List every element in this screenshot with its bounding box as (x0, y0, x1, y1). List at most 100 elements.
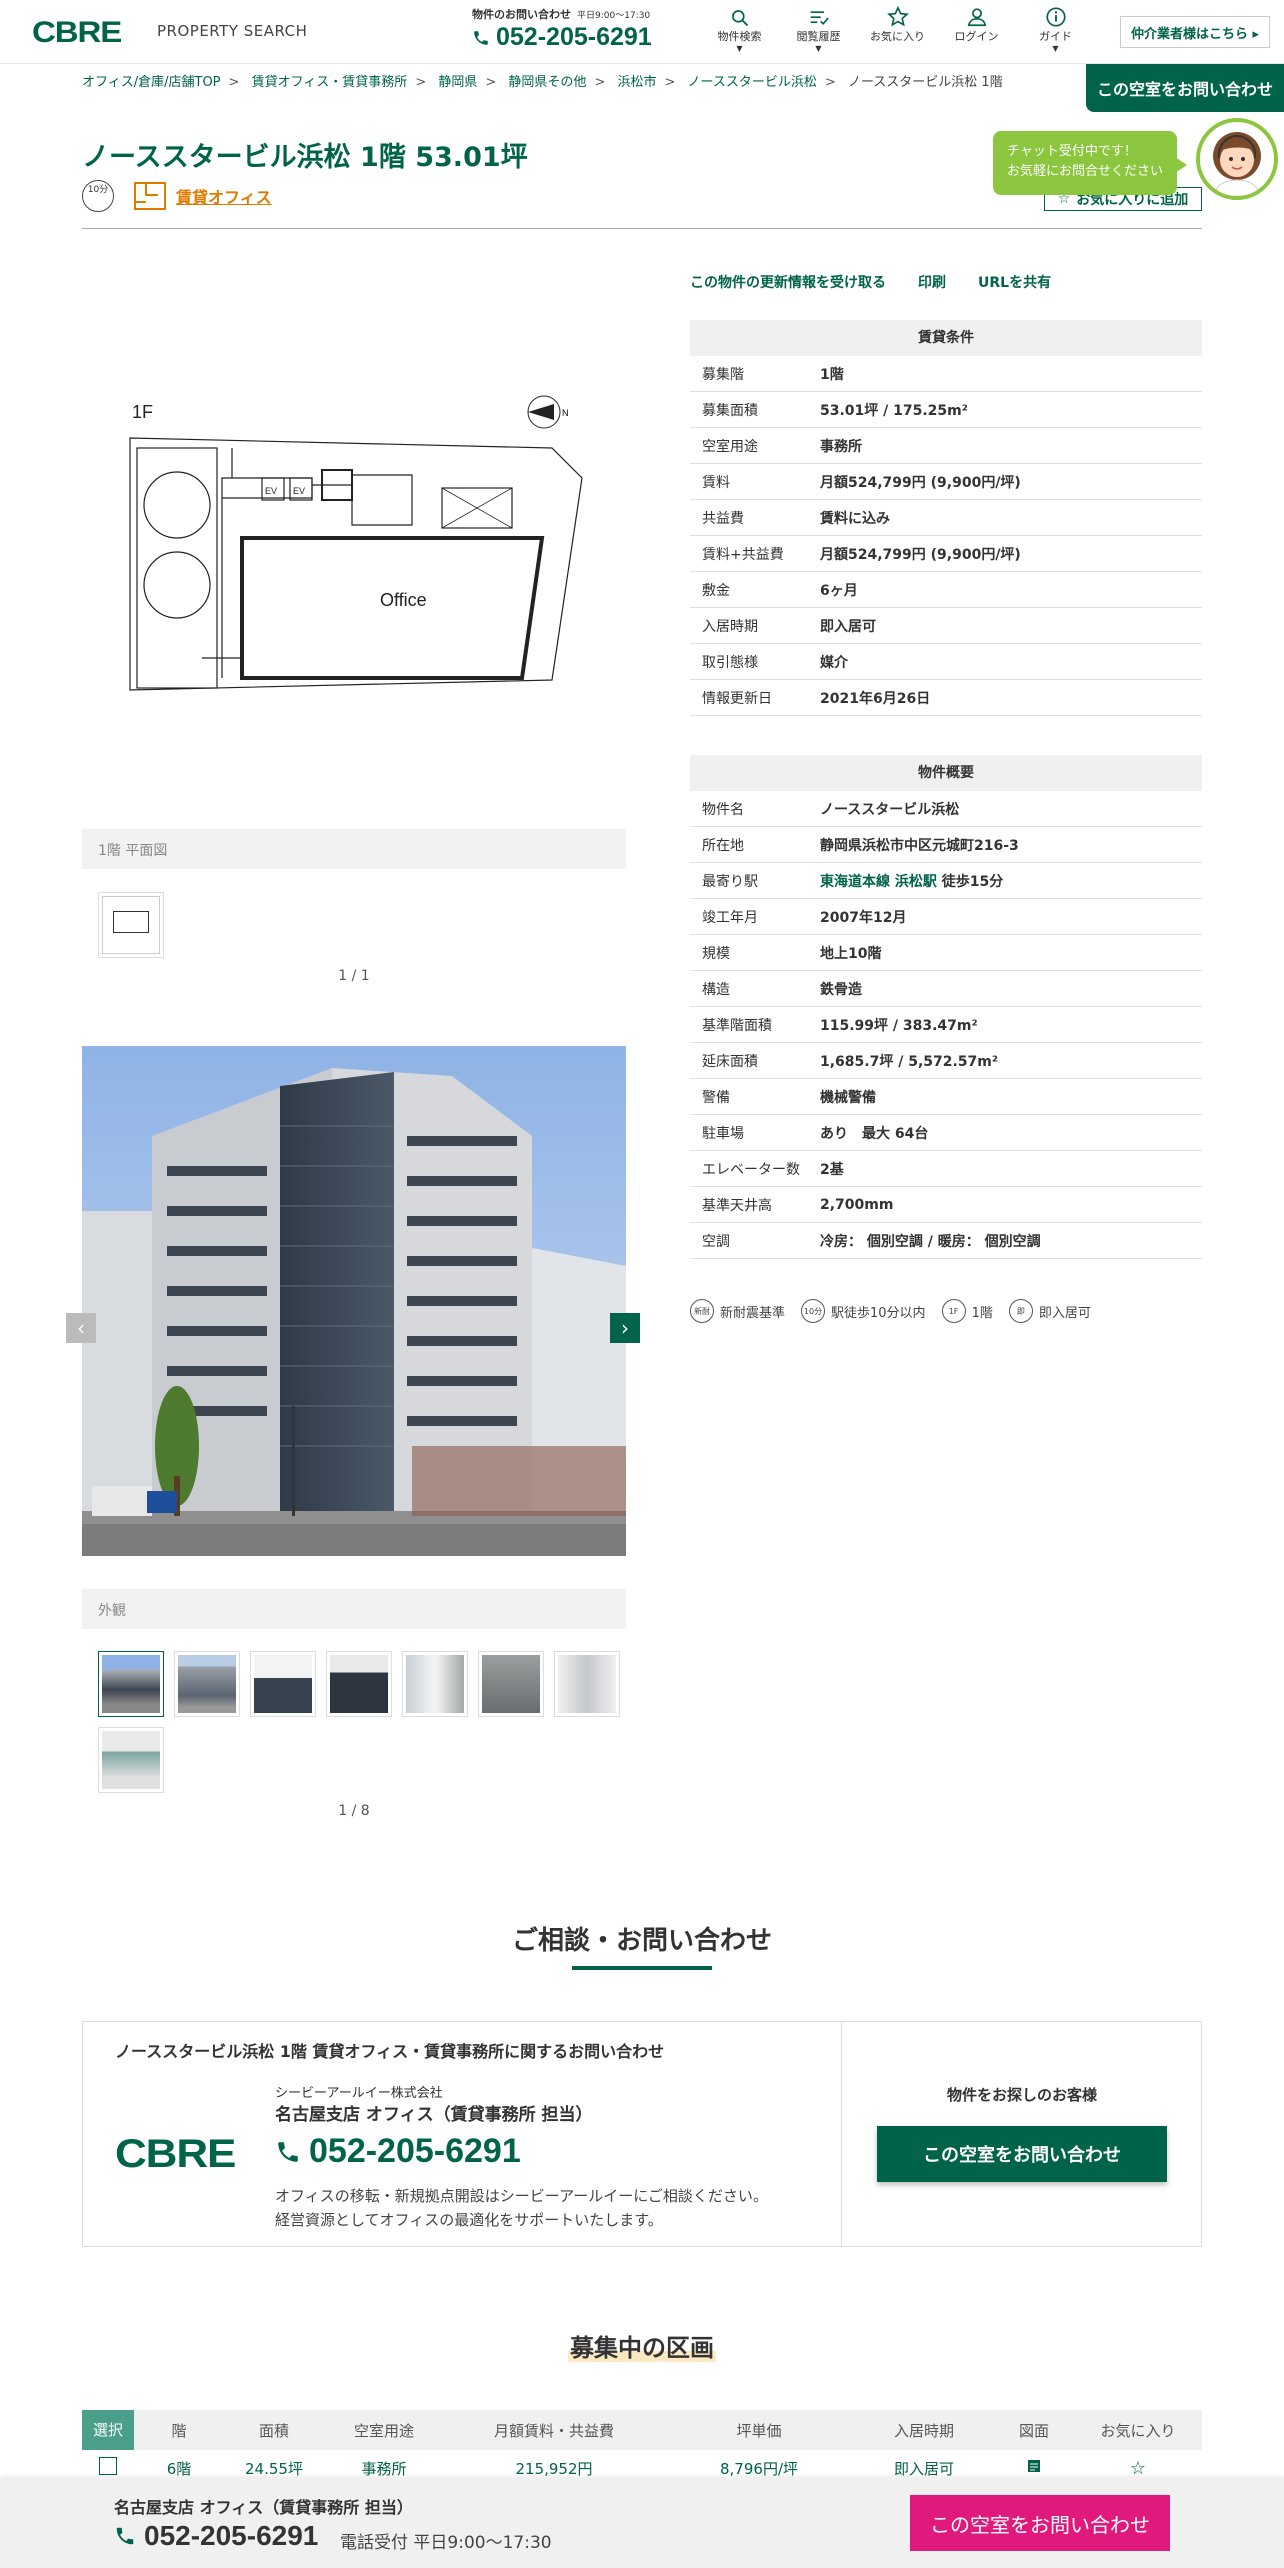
print-link[interactable]: 印刷 (918, 272, 946, 292)
gallery-thumbnail[interactable] (326, 1651, 392, 1717)
floorplan-image[interactable]: 1F EV EV Office N (82, 270, 626, 750)
row-key: 入居時期 (702, 618, 758, 635)
gallery-prev-button[interactable]: ‹ (66, 1313, 96, 1343)
gallery-thumbnails (98, 1651, 628, 1793)
table-row: 空調 冷房： 個別空調 / 暖房： 個別空調 (690, 1223, 1202, 1259)
row-key: 取引態様 (702, 654, 758, 671)
company-name: シービーアールイー株式会社 (275, 2086, 443, 2101)
feature-badges: 新耐 新耐震基準 10分 駅徒歩10分以内 1F 1階 即即入居可 (690, 1299, 1091, 1323)
gallery-next-button[interactable]: › (610, 1313, 640, 1343)
nav-history-label: 閲覧履歴 (796, 30, 841, 43)
footer-inquiry-button[interactable]: この空室をお問い合わせ (910, 2495, 1170, 2551)
table-row: 所在地 静岡県浜松市中区元城町216-3 (690, 827, 1202, 863)
chat-operator-avatar[interactable] (1196, 118, 1278, 200)
nav-login-label: ログイン (954, 30, 999, 43)
floor-cell: 6階 (166, 2459, 192, 2478)
column-header: 月額賃料・共益費 (493, 2421, 614, 2440)
column-header: 図面 (1018, 2421, 1049, 2440)
header-contact: 物件のお問い合わせ 平日9:00〜17:30 052-205-6291 (472, 6, 652, 52)
chat-line: チャット受付中です！ (1007, 144, 1137, 159)
row-value: 2基 (820, 1161, 844, 1178)
gallery-thumbnail[interactable] (478, 1651, 544, 1717)
row-value: 即入居可 (820, 618, 876, 635)
inquiry-tab-button[interactable]: この空室をお問い合わせ (1086, 64, 1284, 112)
gallery-thumbnail[interactable] (554, 1651, 620, 1717)
floorplan-thumbnail[interactable] (98, 892, 164, 958)
nav-favorites[interactable]: お気に入り (858, 6, 937, 54)
gallery-thumbnail[interactable] (174, 1651, 240, 1717)
row-value: 月額524,799円 (9,900円/坪) (820, 546, 1021, 563)
gallery-thumbnail[interactable] (98, 1727, 164, 1793)
station-link[interactable]: 東海道本線 浜松駅 (820, 874, 937, 890)
floorplan-floor-label: 1F (132, 402, 153, 422)
column-header: 坪単価 (736, 2421, 782, 2440)
consult-inquiry-button[interactable]: この空室をお問い合わせ (877, 2126, 1167, 2182)
row-value: あり 最大 64台 (820, 1125, 929, 1142)
subscribe-updates-link[interactable]: この物件の更新情報を受け取る (690, 272, 886, 292)
favorite-cell[interactable]: ☆ (1074, 2458, 1202, 2479)
floorplan-doc-icon (1028, 2460, 1040, 2472)
table-row: 最寄り駅 東海道本線 浜松駅 徒歩15分 (690, 863, 1202, 899)
breadcrumb-separator: > (664, 75, 676, 90)
row-key: 賃料+共益費 (702, 546, 784, 563)
header-phone-number: 052-205-6291 (496, 23, 652, 51)
building-photo[interactable] (82, 1046, 626, 1556)
property-actions: この物件の更新情報を受け取る 印刷 URLを共有 (690, 272, 1051, 292)
gallery-thumbnail[interactable] (402, 1651, 468, 1717)
gallery-thumbnail[interactable] (250, 1651, 316, 1717)
breadcrumb-item[interactable]: 静岡県 (438, 75, 477, 90)
breadcrumb-item[interactable]: 賃貸オフィス・賃貸事務所 (252, 75, 408, 90)
table-row: 共益費 賃料に込み (690, 500, 1202, 536)
row-value: 静岡県浜松市中区元城町216-3 (820, 837, 1019, 854)
consult-phone[interactable]: 052-205-6291 (275, 2132, 521, 2171)
brand-subtitle: PROPERTY SEARCH (157, 22, 308, 40)
lease-terms-heading: 賃貸条件 (690, 320, 1202, 356)
feature-label: 駅徒歩10分以内 (831, 1305, 926, 1321)
row-key: 物件名 (702, 801, 744, 818)
row-key: 構造 (702, 981, 730, 998)
earthquake-standard-icon: 新耐 (690, 1299, 714, 1323)
vacancies-table: 選択 階 面積 空室用途 月額賃料・共益費 坪単価 入居時期 図面 お気に入り … (82, 2410, 1202, 2486)
header-phone[interactable]: 052-205-6291 (472, 23, 652, 52)
chevron-down-icon: ▼ (736, 44, 743, 53)
row-key: 基準天井高 (702, 1197, 772, 1214)
floorplan-cell[interactable] (994, 2458, 1074, 2478)
vacancies-heading-text: 募集中の区画 (568, 2334, 716, 2362)
table-row: 入居時期 即入居可 (690, 608, 1202, 644)
property-type-tag[interactable]: 賃貸オフィス (134, 182, 272, 210)
share-url-link[interactable]: URLを共有 (978, 272, 1051, 292)
consult-desc-line: オフィスの移転・新規拠点開設はシービーアールイーにご相談ください。 (275, 2187, 768, 2205)
breadcrumb-item[interactable]: 浜松市 (617, 75, 656, 90)
cbre-logo[interactable]: CBRE (32, 16, 122, 50)
row-key: 募集面積 (702, 402, 758, 419)
gallery-thumbnail[interactable] (98, 1651, 164, 1717)
chat-line: お気軽にお問合せください (1007, 164, 1164, 179)
nav-login[interactable]: ログイン (937, 6, 1016, 54)
nav-history[interactable]: 閲覧履歴 ▼ (779, 6, 858, 54)
floorplan-caption: 1階 平面図 (82, 829, 626, 869)
rent-cell: 215,952円 (515, 2459, 593, 2478)
star-icon (886, 6, 909, 27)
chat-bubble[interactable]: チャット受付中です！ お気軽にお問合せください (993, 131, 1187, 195)
row-key: 基準階面積 (702, 1017, 772, 1034)
consult-box: ノーススタービル浜松 1階 賃貸オフィス・賃貸事務所に関するお問い合わせ CBR… (82, 2021, 1202, 2247)
footer-phone[interactable]: 052-205-6291 (114, 2520, 318, 2552)
broker-button[interactable]: 仲介業者様はこちら ▸ (1120, 16, 1270, 48)
lease-terms-table: 賃貸条件 募集階 1階 募集面積 53.01坪 / 175.25m² 空室用途 事務所… (690, 320, 1202, 716)
floorplan-thumbnails (98, 892, 628, 958)
row-key: 空室用途 (702, 438, 758, 455)
nav-guide[interactable]: ガイド ▼ (1016, 6, 1095, 54)
feature-badge: 1F 1階 (941, 1299, 993, 1323)
breadcrumb-item[interactable]: ノーススタービル浜松 (688, 75, 817, 90)
consult-subject: ノーススタービル浜松 1階 賃貸オフィス・賃貸事務所に関するお問い合わせ (115, 2042, 665, 2061)
nav-search[interactable]: 物件検索 ▼ (700, 6, 779, 54)
row-key: エレベーター数 (702, 1161, 800, 1178)
vacancies-heading: 募集中の区画 (0, 2328, 1284, 2363)
select-checkbox[interactable] (99, 2457, 117, 2475)
breadcrumb-item[interactable]: 静岡県その他 (508, 75, 586, 90)
feature-badge: 即即入居可 (1008, 1299, 1091, 1323)
consult-heading: ご相談・お問い合わせ (511, 1926, 772, 1956)
floorplan-office-label: Office (380, 590, 427, 610)
breadcrumb-item[interactable]: オフィス/倉庫/店舗TOP (82, 75, 221, 90)
sticky-footer: 名古屋支店 オフィス（賃貸事務所 担当） 052-205-6291 電話受付 平… (0, 2478, 1284, 2568)
